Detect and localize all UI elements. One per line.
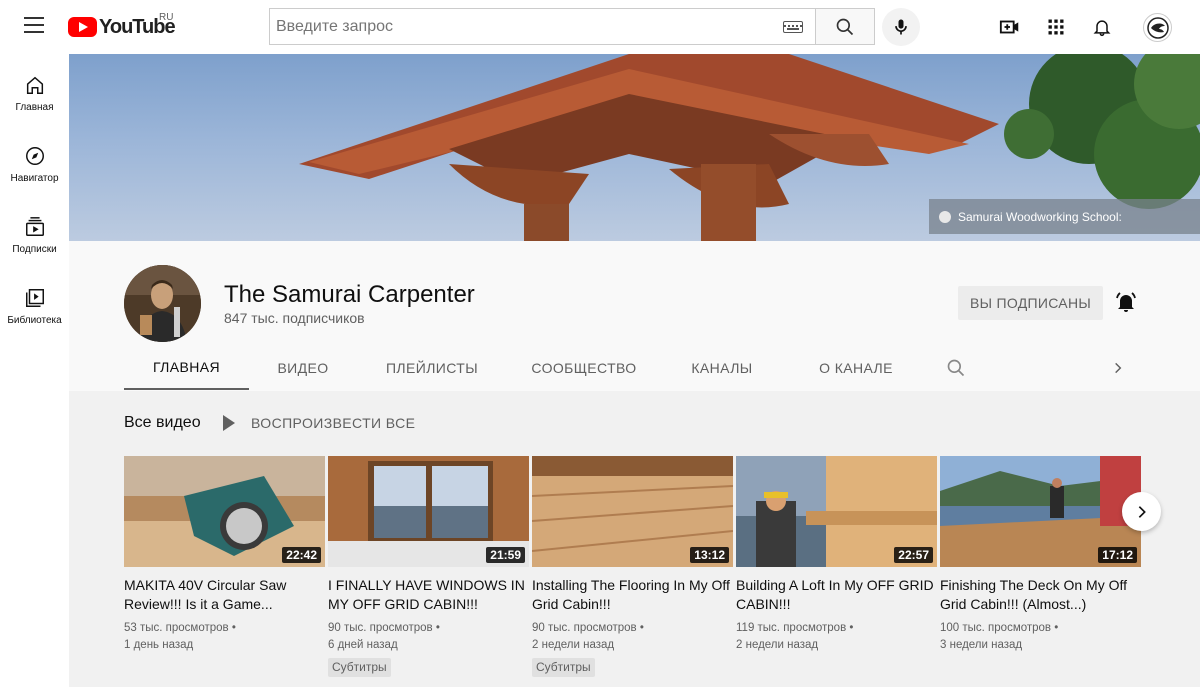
search-icon xyxy=(836,18,854,35)
video-card[interactable]: 21:59 I FINALLY HAVE WINDOWS IN MY OFF G… xyxy=(328,456,529,677)
video-duration: 22:42 xyxy=(282,547,321,563)
explore-compass-icon xyxy=(25,147,44,165)
subscriptions-icon xyxy=(25,217,44,236)
sidebar-item-home[interactable]: Главная xyxy=(0,54,69,114)
tab-playlists[interactable]: ПЛЕЙЛИСТЫ xyxy=(357,345,507,390)
shelf-next-button[interactable] xyxy=(1122,492,1161,531)
upload-age: 2 недели назад xyxy=(532,639,615,651)
chevron-right-icon xyxy=(1115,362,1122,373)
video-thumbnail[interactable]: 21:59 xyxy=(328,456,529,567)
library-icon xyxy=(25,289,44,307)
video-card[interactable]: 17:12 Finishing The Deck On My Off Grid … xyxy=(940,456,1141,654)
sidebar-item-label: Навигатор xyxy=(10,173,59,184)
play-all-button[interactable]: ВОСПРОИЗВЕСТИ ВСЕ xyxy=(223,413,415,433)
view-count: 90 тыс. просмотров xyxy=(532,622,637,634)
video-duration: 13:12 xyxy=(690,547,729,563)
play-all-label: ВОСПРОИЗВЕСТИ ВСЕ xyxy=(251,415,416,431)
mini-guide-sidebar: Главная Навигатор Подписки Библиотека xyxy=(0,54,69,687)
video-meta: 119 тыс. просмотров • 2 недели назад xyxy=(736,620,937,654)
banner-link-text: Samurai Woodworking School: xyxy=(958,209,1122,224)
channel-search-button[interactable] xyxy=(936,345,976,390)
account-avatar-icon[interactable] xyxy=(1143,13,1172,42)
video-thumbnail[interactable]: 13:12 xyxy=(532,456,733,567)
play-icon xyxy=(223,415,235,431)
tab-community[interactable]: СООБЩЕСТВО xyxy=(507,345,661,390)
banner-link[interactable]: Samurai Woodworking School: xyxy=(929,199,1200,234)
upload-age: 3 недели назад xyxy=(940,639,1023,651)
video-title[interactable]: Installing The Flooring In My Off Grid C… xyxy=(532,576,733,614)
video-title[interactable]: Building A Loft In My OFF GRID CABIN!!! xyxy=(736,576,937,614)
video-duration: 22:57 xyxy=(894,547,933,563)
video-duration: 17:12 xyxy=(1098,547,1137,563)
video-title[interactable]: Finishing The Deck On My Off Grid Cabin!… xyxy=(940,576,1141,614)
video-title[interactable]: I FINALLY HAVE WINDOWS IN MY OFF GRID CA… xyxy=(328,576,529,614)
masthead: YouTube RU xyxy=(0,0,1200,54)
video-meta: 53 тыс. просмотров • 1 день назад xyxy=(124,620,325,654)
view-count: 90 тыс. просмотров xyxy=(328,622,433,634)
tab-channels[interactable]: КАНАЛЫ xyxy=(661,345,783,390)
video-thumbnail[interactable]: 17:12 xyxy=(940,456,1141,567)
sidebar-item-label: Библиотека xyxy=(7,315,62,326)
notifications-bell-icon[interactable] xyxy=(1090,15,1114,39)
sidebar-item-label: Подписки xyxy=(12,244,57,255)
apps-grid-icon[interactable] xyxy=(1044,15,1068,39)
mic-icon xyxy=(895,19,907,35)
video-duration: 21:59 xyxy=(486,547,525,563)
region-code: RU xyxy=(159,12,174,23)
menu-icon[interactable] xyxy=(24,17,44,33)
video-meta: 90 тыс. просмотров • 6 дней назад Субтит… xyxy=(328,620,529,677)
channel-avatar[interactable] xyxy=(124,265,201,342)
upload-age: 6 дней назад xyxy=(328,639,398,651)
sidebar-item-library[interactable]: Библиотека xyxy=(0,267,69,327)
home-icon xyxy=(26,76,43,94)
chevron-right-icon xyxy=(1138,505,1146,518)
section-title[interactable]: Все видео xyxy=(124,414,201,432)
video-thumbnail[interactable]: 22:57 xyxy=(736,456,937,567)
video-card[interactable]: 13:12 Installing The Flooring In My Off … xyxy=(532,456,733,677)
search-input[interactable] xyxy=(270,9,783,44)
search-button[interactable] xyxy=(815,8,875,45)
upload-age: 2 недели назад xyxy=(736,639,819,651)
video-meta: 100 тыс. просмотров • 3 недели назад xyxy=(940,620,1141,654)
sidebar-item-label: Главная xyxy=(15,102,54,113)
subscriber-count: 847 тыс. подписчиков xyxy=(224,310,365,326)
subtitles-badge: Субтитры xyxy=(532,658,595,677)
video-card[interactable]: 22:42 MAKITA 40V Circular Saw Review!!! … xyxy=(124,456,325,654)
sidebar-item-explore[interactable]: Навигатор xyxy=(0,125,69,185)
youtube-play-logo-icon xyxy=(68,17,97,37)
subscribed-button[interactable]: ВЫ ПОДПИСАНЫ xyxy=(958,286,1103,320)
globe-icon xyxy=(939,210,951,223)
search-icon xyxy=(947,359,965,376)
tabs-scroll-right-button[interactable] xyxy=(1106,345,1130,390)
channel-name: The Samurai Carpenter xyxy=(224,281,475,308)
tab-about[interactable]: О КАНАЛЕ xyxy=(783,345,929,390)
subtitles-badge: Субтитры xyxy=(328,658,391,677)
video-title[interactable]: MAKITA 40V Circular Saw Review!!! Is it … xyxy=(124,576,325,614)
upload-age: 1 день назад xyxy=(124,639,194,651)
search-box xyxy=(269,8,815,45)
video-card[interactable]: 22:57 Building A Loft In My OFF GRID CAB… xyxy=(736,456,937,654)
view-count: 53 тыс. просмотров xyxy=(124,622,229,634)
create-video-icon[interactable] xyxy=(998,15,1022,39)
sidebar-item-subscriptions[interactable]: Подписки xyxy=(0,196,69,256)
keyboard-icon[interactable] xyxy=(783,20,803,33)
notification-bell-icon[interactable] xyxy=(1114,290,1138,314)
view-count: 100 тыс. просмотров xyxy=(940,622,1052,634)
view-count: 119 тыс. просмотров xyxy=(736,622,847,634)
tab-home[interactable]: ГЛАВНАЯ xyxy=(124,345,249,390)
tab-videos[interactable]: ВИДЕО xyxy=(249,345,357,390)
video-meta: 90 тыс. просмотров • 2 недели назад Субт… xyxy=(532,620,733,677)
voice-search-button[interactable] xyxy=(882,8,920,46)
video-thumbnail[interactable]: 22:42 xyxy=(124,456,325,567)
